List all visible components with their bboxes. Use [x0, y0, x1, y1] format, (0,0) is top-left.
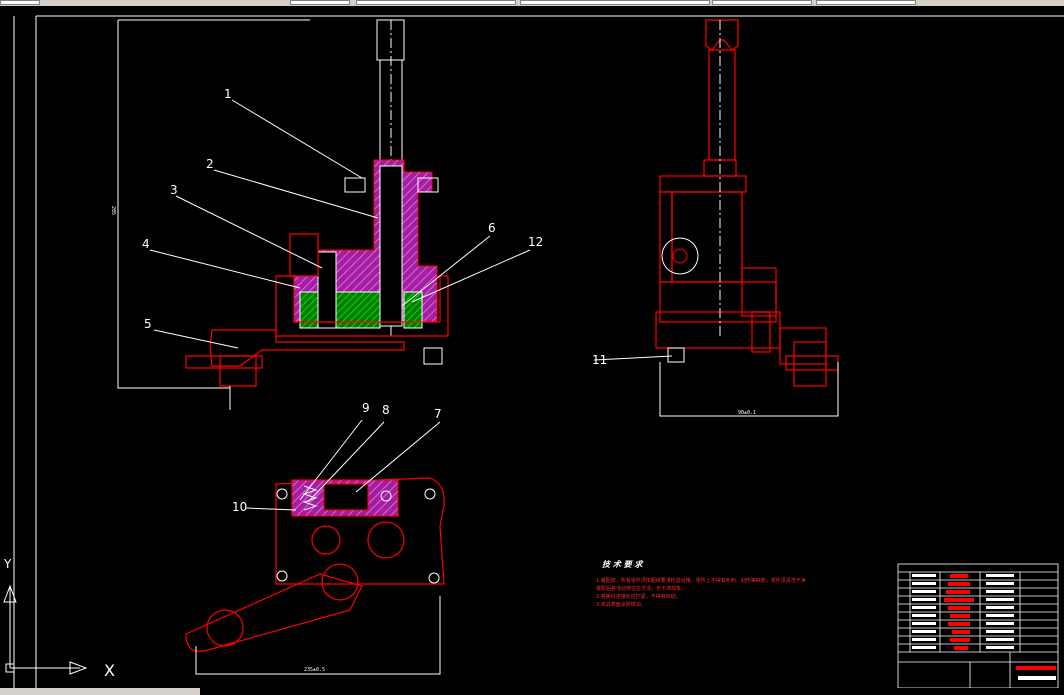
callout-4: 4 — [142, 237, 150, 251]
callout-3: 3 — [170, 183, 178, 197]
callout-1: 1 — [224, 87, 232, 101]
toolbar-button[interactable] — [0, 0, 40, 5]
side-width-dimension: 90±0.1 — [738, 410, 756, 416]
lineweight-dropdown[interactable] — [712, 0, 812, 5]
callout-10: 10 — [232, 500, 247, 514]
layer-dropdown[interactable] — [356, 0, 516, 5]
callout-11: 11 — [592, 353, 607, 367]
drawing-frame — [13, 15, 1064, 688]
tech-requirements-title: 技 术 要 求 — [602, 560, 644, 569]
ucs-x-label: X — [104, 661, 115, 680]
callout-6: 6 — [488, 221, 496, 235]
ucs-y-label: Y — [3, 557, 12, 571]
tech-requirement-line: 3.夹具表面涂防锈油。 — [596, 601, 646, 608]
front-height-dimension: 205 — [110, 206, 116, 215]
ucs-icon — [3, 584, 88, 675]
callout-12: 12 — [528, 235, 543, 249]
drawing-canvas[interactable]: 205 90±0.1 235±0.5 1 2 3 4 5 6 12 7 8 9 … — [0, 6, 1064, 688]
layout-tabs-strip[interactable] — [0, 688, 200, 695]
callout-2: 2 — [206, 157, 214, 171]
tech-requirement-line: 1.装配前，所有零件须按图纸要求检验合格，零件上不得有毛刺、划伤等缺陷，零件须清… — [596, 577, 806, 584]
plan-width-dimension: 235±0.5 — [304, 667, 325, 673]
linetype-dropdown[interactable] — [520, 0, 710, 5]
tech-requirement-line: 装配后各活动部位应灵活，无卡滞现象。 — [596, 585, 686, 592]
side-view: 90±0.1 — [655, 19, 839, 417]
tech-requirement-line: 2.各螺纹连接处应拧紧，不得有松动。 — [596, 593, 681, 600]
title-block-text-marks — [912, 574, 1056, 680]
plan-view: 235±0.5 — [185, 477, 445, 675]
callout-5: 5 — [144, 317, 152, 331]
tech-requirements: 技 术 要 求 1.装配前，所有零件须按图纸要求检验合格，零件上不得有毛刺、划伤… — [596, 560, 806, 608]
toolbar-button[interactable] — [290, 0, 350, 5]
front-view: 205 — [110, 19, 449, 410]
callout-7: 7 — [434, 407, 442, 421]
plotstyle-dropdown[interactable] — [816, 0, 916, 5]
callout-9: 9 — [362, 401, 370, 415]
callout-8: 8 — [382, 403, 390, 417]
